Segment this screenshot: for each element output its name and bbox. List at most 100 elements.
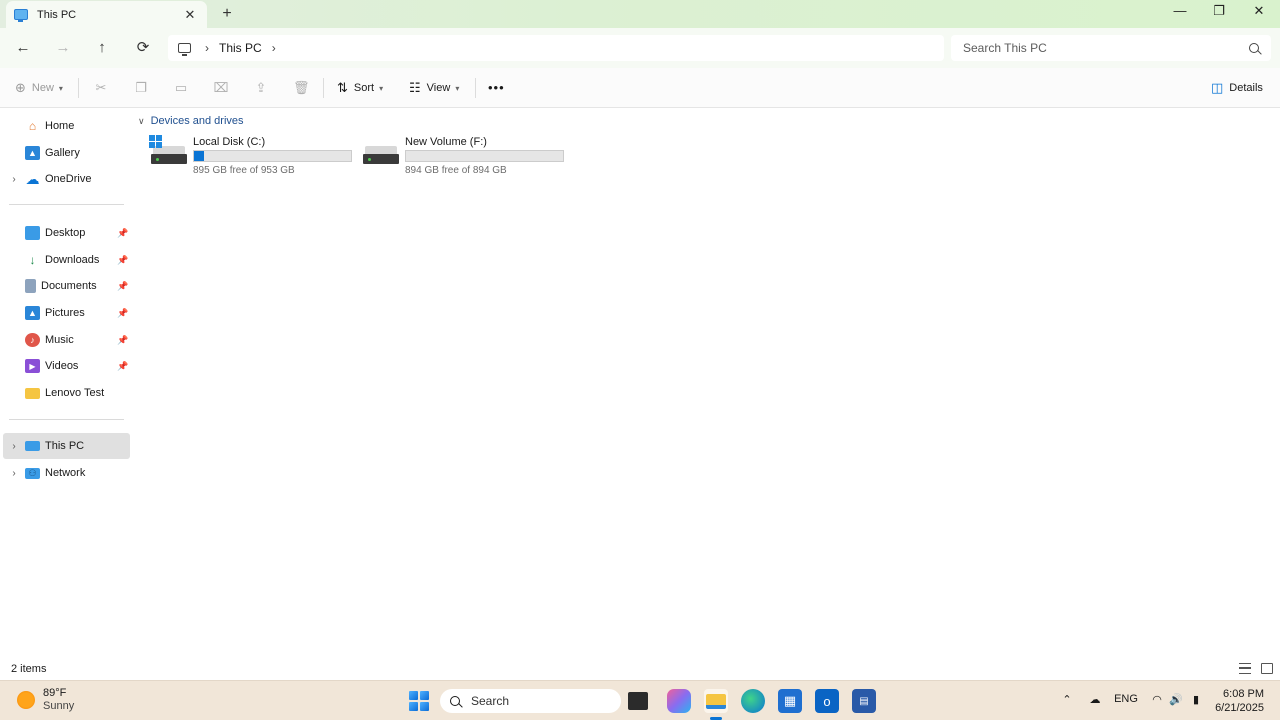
sun-icon [17, 691, 35, 709]
drive-name: Local Disk (C:) [193, 136, 266, 148]
view-button[interactable]: ☷ View ▾ [409, 80, 459, 96]
back-button[interactable]: ← [12, 37, 34, 59]
chevron-right-icon[interactable]: › [205, 41, 209, 55]
close-button[interactable]: ✕ [1244, 3, 1274, 19]
sidebar-item-documents[interactable]: Documents 📌 [3, 273, 130, 299]
rename-icon[interactable]: ⌧ [213, 80, 229, 96]
new-button[interactable]: ⊕ New ▾ [15, 80, 63, 96]
sidebar-item-label: OneDrive [45, 173, 92, 185]
taskbar-search[interactable]: Search [440, 689, 621, 713]
tab-close-icon[interactable]: ✕ [181, 7, 199, 23]
edge-icon[interactable] [741, 689, 765, 713]
chevron-down-icon: ∨ [138, 115, 145, 126]
pin-icon[interactable]: 📌 [116, 361, 130, 372]
windows-logo-icon [149, 135, 162, 148]
store-icon[interactable]: ▦ [778, 689, 802, 713]
new-tab-button[interactable]: + [218, 5, 236, 23]
download-icon: ↓ [29, 253, 36, 267]
sidebar-item-gallery[interactable]: ▲ Gallery [3, 140, 130, 166]
sidebar-item-lenovo-test[interactable]: Lenovo Test [3, 380, 130, 406]
drive-name: New Volume (F:) [405, 136, 487, 148]
search-icon [1249, 43, 1259, 53]
sidebar-item-onedrive[interactable]: › ☁ OneDrive [3, 166, 130, 192]
pin-icon[interactable]: 📌 [116, 228, 130, 239]
more-options-button[interactable]: ••• [488, 80, 505, 95]
details-view-icon[interactable] [1239, 663, 1251, 674]
sidebar-item-this-pc[interactable]: › This PC [3, 433, 130, 459]
hard-drive-icon [151, 146, 187, 166]
monitor-icon [178, 43, 191, 56]
restore-button[interactable]: ❐ [1204, 3, 1234, 19]
battery-icon[interactable]: ▮ [1189, 693, 1203, 706]
drive-tile-c[interactable]: Local Disk (C:) 895 GB free of 953 GB [149, 134, 354, 178]
pin-icon[interactable]: 📌 [116, 335, 130, 346]
cut-icon[interactable]: ✂ [93, 80, 109, 96]
sidebar-item-desktop[interactable]: Desktop 📌 [3, 220, 130, 246]
this-pc-icon [14, 9, 28, 22]
details-button[interactable]: ◫ Details [1211, 80, 1263, 96]
chevron-down-icon: ▾ [58, 83, 63, 93]
sidebar-item-pictures[interactable]: ▲ Pictures 📌 [3, 300, 130, 326]
weather-desc: Sunny [43, 700, 75, 712]
sidebar-divider [9, 419, 124, 420]
hard-drive-icon [363, 146, 399, 166]
chevron-right-icon[interactable]: › [272, 41, 276, 55]
tab-this-pc[interactable]: This PC ✕ [6, 1, 207, 28]
start-button[interactable] [409, 691, 429, 711]
sidebar-item-music[interactable]: ♪ Music 📌 [3, 327, 130, 353]
drive-tile-f[interactable]: New Volume (F:) 894 GB free of 894 GB [361, 134, 566, 178]
minimize-button[interactable]: — [1165, 3, 1195, 18]
app-icon[interactable]: ▤ [852, 689, 876, 713]
sidebar-item-label: Desktop [45, 227, 86, 239]
chevron-down-icon: ▾ [379, 83, 384, 93]
pin-icon[interactable]: 📌 [116, 255, 130, 266]
pin-icon[interactable]: 📌 [116, 281, 130, 292]
task-view-icon[interactable] [628, 692, 648, 710]
divider [78, 78, 79, 98]
clock-time: 6:08 PM [1223, 688, 1264, 700]
breadcrumb-this-pc[interactable]: This PC [219, 41, 262, 55]
pin-icon[interactable]: 📌 [116, 308, 130, 319]
music-icon: ♪ [25, 333, 40, 347]
chevron-right-icon[interactable]: › [3, 174, 25, 185]
sort-button[interactable]: ⇅ Sort ▾ [337, 80, 383, 96]
navigation-pane: ⌂ Home ▲ Gallery › ☁ OneDrive Desktop 📌 … [0, 108, 134, 658]
sidebar-item-label: Lenovo Test [45, 387, 105, 399]
divider [475, 78, 476, 98]
volume-icon[interactable]: 🔊 [1169, 693, 1183, 706]
sort-label: Sort [353, 82, 375, 94]
weather-widget[interactable]: 89°F Sunny [17, 687, 74, 713]
chevron-up-icon[interactable]: ⌃ [1060, 693, 1074, 706]
search-input[interactable]: Search This PC [951, 35, 1271, 61]
forward-button[interactable]: → [52, 37, 74, 59]
paste-icon[interactable]: ▭ [173, 80, 189, 96]
sidebar-item-label: Network [45, 467, 86, 479]
pictures-icon: ▲ [25, 306, 40, 320]
sidebar-item-home[interactable]: ⌂ Home [3, 113, 130, 139]
clock[interactable]: 6:08 PM 6/21/2025 [1210, 687, 1264, 715]
language-indicator[interactable]: ENG [1113, 693, 1139, 705]
drive-free-space: 894 GB free of 894 GB [405, 165, 507, 176]
onedrive-icon: ☁ [25, 170, 40, 187]
sidebar-item-label: Pictures [45, 307, 85, 319]
refresh-button[interactable]: ⟳ [132, 37, 154, 59]
copy-icon[interactable]: ❐ [133, 80, 149, 96]
up-button[interactable]: ↑ [91, 37, 113, 59]
copilot-icon[interactable] [667, 689, 691, 713]
group-header-devices[interactable]: ∨ Devices and drives [138, 115, 244, 127]
address-bar[interactable]: › This PC › [168, 35, 944, 61]
share-icon[interactable]: ⇪ [253, 80, 269, 96]
outlook-icon[interactable]: o [815, 689, 839, 713]
file-explorer-icon[interactable] [704, 689, 728, 713]
onedrive-status-icon[interactable]: ☁ [1087, 693, 1103, 706]
wifi-icon[interactable]: ◠ [1150, 693, 1164, 706]
sidebar-item-downloads[interactable]: ↓ Downloads 📌 [3, 247, 130, 273]
chevron-right-icon[interactable]: › [3, 468, 25, 479]
sidebar-item-videos[interactable]: ▶ Videos 📌 [3, 353, 130, 379]
sidebar-item-label: Downloads [45, 254, 100, 266]
tiles-view-icon[interactable] [1261, 663, 1273, 674]
sidebar-item-network[interactable]: › ⚇ Network [3, 460, 130, 486]
folder-icon [25, 387, 40, 399]
delete-icon[interactable]: 🗑 [293, 80, 310, 96]
chevron-right-icon[interactable]: › [3, 441, 25, 452]
